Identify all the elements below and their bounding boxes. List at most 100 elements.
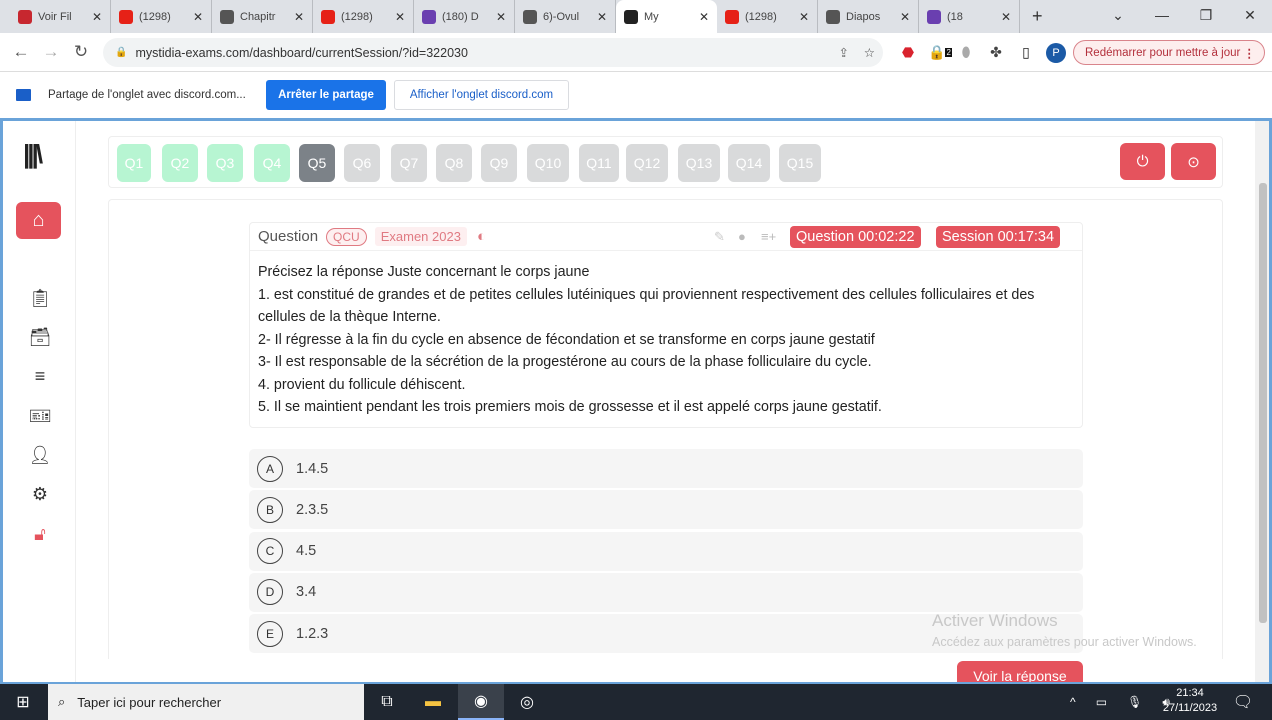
browser-tab[interactable]: Voir Fil ✕ — [10, 0, 111, 33]
side-panel-icon[interactable]: ▯ — [1013, 33, 1039, 72]
option-letter: C — [257, 538, 283, 565]
menu-icon[interactable]: ⋮ — [1244, 46, 1256, 60]
close-window-button[interactable]: ✕ — [1228, 0, 1272, 33]
close-tab-icon[interactable]: ✕ — [193, 10, 203, 24]
close-tab-icon[interactable]: ✕ — [597, 10, 607, 24]
lock-icon: 🔒 — [115, 47, 128, 58]
question-nav-q11[interactable]: Q11 — [579, 144, 619, 182]
browser-tab[interactable]: Diapos ✕ — [818, 0, 919, 33]
browser-tab[interactable]: 6)-Ovul ✕ — [515, 0, 616, 33]
edit-icon[interactable]: ✎ — [714, 229, 725, 245]
question-nav-q12[interactable]: Q12 — [626, 144, 668, 182]
question-nav-q15[interactable]: Q15 — [779, 144, 821, 182]
question-nav-q5[interactable]: Q5 — [299, 144, 335, 182]
show-discord-tab-button[interactable]: Afficher l'onglet discord.com — [394, 80, 569, 110]
report-icon[interactable]: ● — [738, 229, 746, 244]
browser-tab[interactable]: (1298) ✕ — [111, 0, 212, 33]
close-tab-icon[interactable]: ✕ — [900, 10, 910, 24]
close-tab-icon[interactable]: ✕ — [1001, 10, 1011, 24]
sidebar-archive[interactable]: 🗃︎ — [25, 323, 55, 351]
notifications-icon[interactable]: 🗨︎ — [1220, 684, 1266, 720]
clock[interactable]: 21:34 27/11/2023 — [1150, 686, 1230, 716]
restart-to-update-button[interactable]: Redémarrer pour mettre à jour ⋮ — [1073, 40, 1265, 65]
tab-favicon-icon — [725, 9, 739, 24]
sidebar-playlist[interactable]: ≡ — [25, 362, 55, 390]
window-controls: ⌄ — ❐ ✕ — [1096, 0, 1272, 33]
stop-sharing-button[interactable]: Arrêter le partage — [266, 80, 386, 110]
browser-tab[interactable]: (1298) ✕ — [717, 0, 818, 33]
reload-button[interactable]: ↻ — [66, 42, 96, 62]
question-nav-q1[interactable]: Q1 — [117, 144, 151, 182]
browser-tab[interactable]: (1298) ✕ — [313, 0, 414, 33]
add-to-list-icon[interactable]: ≡+ — [761, 229, 776, 244]
question-nav-q14[interactable]: Q14 — [728, 144, 770, 182]
show-answer-button[interactable]: Voir la réponse — [957, 661, 1083, 682]
scrollbar[interactable] — [1255, 121, 1269, 682]
answer-option-a[interactable]: A 1.4.5 — [249, 449, 1083, 488]
answer-option-c[interactable]: C 4.5 — [249, 531, 1083, 571]
back-button[interactable]: ← — [6, 42, 36, 62]
app-icon[interactable]: ◎ — [504, 684, 550, 720]
question-nav-q9[interactable]: Q9 — [481, 144, 517, 182]
browser-tab[interactable]: (18 ✕ — [919, 0, 1020, 33]
answer-option-b[interactable]: B 2.3.5 — [249, 490, 1083, 530]
sharing-text: Partage de l'onglet avec discord.com... — [48, 89, 246, 101]
ticket-icon: 🎫︎ — [28, 405, 52, 426]
tab-strip: Voir Fil ✕ (1298) ✕ Chapitr ✕ (1298) ✕ (180) D ✕ 6… — [0, 0, 1272, 33]
close-tab-icon[interactable]: ✕ — [395, 10, 405, 24]
unlock-icon: 🔓︎ — [34, 523, 46, 544]
extensions-puzzle-icon[interactable]: ✤ — [983, 33, 1009, 72]
sidebar-settings[interactable]: ⚙ — [25, 480, 55, 508]
tab-search-icon[interactable]: ⌄ — [1096, 0, 1140, 33]
stop-button[interactable]: ⊙ — [1171, 143, 1216, 180]
taskbar: ⊞ ⌕ Taper ici pour rechercher ⧉ ▬ ◉ ◎ ^ ▭ 🎙… — [0, 684, 1272, 720]
answer-option-d[interactable]: D 3.4 — [249, 572, 1083, 612]
question-nav-q10[interactable]: Q10 — [527, 144, 569, 182]
sidebar-profile[interactable]: 👤︎ — [25, 441, 55, 469]
sidebar-home[interactable]: ⌂ — [16, 202, 61, 239]
browser-tab[interactable]: My ✕ — [616, 0, 717, 33]
question-nav-q4[interactable]: Q4 — [254, 144, 290, 182]
minimize-button[interactable]: — — [1140, 0, 1184, 33]
scrollbar-thumb[interactable] — [1259, 183, 1267, 623]
question-nav-q7[interactable]: Q7 — [391, 144, 427, 182]
sidebar-logout[interactable]: 🔓︎ — [25, 520, 55, 548]
adblock-icon[interactable]: ⬣ — [895, 33, 921, 72]
close-tab-icon[interactable]: ✕ — [799, 10, 809, 24]
forward-button[interactable]: → — [36, 42, 66, 62]
question-label: Question — [258, 228, 319, 245]
eye-off-icon[interactable]: ◐ — [477, 228, 486, 245]
browser-tab[interactable]: (180) D ✕ — [414, 0, 515, 33]
restore-button[interactable]: ❐ — [1184, 0, 1228, 33]
end-session-button[interactable]: ⏻ — [1120, 143, 1165, 180]
new-tab-button[interactable]: + — [1032, 6, 1043, 27]
chrome-icon[interactable]: ◉ — [458, 684, 504, 720]
question-nav-q13[interactable]: Q13 — [678, 144, 720, 182]
question-nav-q8[interactable]: Q8 — [436, 144, 472, 182]
option-text: 4.5 — [296, 543, 317, 560]
tab-title: (1298) — [341, 10, 373, 23]
sidebar-ticket[interactable]: 🎫︎ — [25, 402, 55, 430]
question-nav-q6[interactable]: Q6 — [344, 144, 380, 182]
file-explorer-icon[interactable]: ▬ — [410, 684, 456, 720]
close-tab-icon[interactable]: ✕ — [294, 10, 304, 24]
extension-icon[interactable]: 🔒 2 — [927, 33, 953, 72]
profile-avatar[interactable]: P — [1043, 33, 1069, 72]
taskbar-search[interactable]: ⌕ Taper ici pour rechercher — [48, 684, 364, 720]
close-tab-icon[interactable]: ✕ — [92, 10, 102, 24]
share-icon[interactable]: ⇪ — [839, 45, 849, 60]
bookmark-star-icon[interactable]: ☆ — [864, 45, 875, 60]
start-button[interactable]: ⊞ — [0, 684, 46, 720]
browser-tab[interactable]: Chapitr ✕ — [212, 0, 313, 33]
question-nav-q2[interactable]: Q2 — [162, 144, 198, 182]
address-bar[interactable]: 🔒 mystidia-exams.com/dashboard/currentSe… — [103, 38, 883, 67]
close-tab-icon[interactable]: ✕ — [699, 10, 709, 24]
option-text: 2.3.5 — [296, 501, 329, 518]
sidebar-clipboard[interactable]: 📋︎ — [25, 284, 55, 312]
question-nav-q3[interactable]: Q3 — [207, 144, 243, 182]
chevron-up-icon: ^ — [1070, 695, 1076, 709]
shield-extension-icon[interactable]: ⬮ — [953, 33, 979, 72]
home-icon: ⌂ — [32, 209, 45, 231]
task-view-icon[interactable]: ⧉ — [364, 684, 410, 720]
close-tab-icon[interactable]: ✕ — [496, 10, 506, 24]
